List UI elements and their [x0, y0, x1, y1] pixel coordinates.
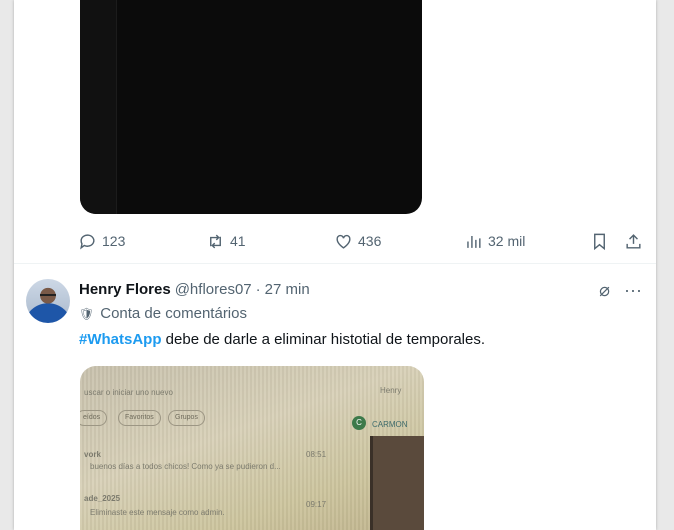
- media-left-edge: [80, 0, 117, 214]
- reply-icon: [80, 233, 95, 250]
- views-icon: [467, 235, 481, 248]
- shield-icon: 🛡: [79, 306, 95, 321]
- bookmark-button[interactable]: [590, 229, 609, 253]
- reply-count: 123: [102, 233, 126, 249]
- photo-chat2-time: 09:17: [306, 500, 327, 509]
- tweet-media-video[interactable]: [80, 0, 422, 214]
- share-button[interactable]: [624, 229, 643, 253]
- tweet-time[interactable]: 27 min: [265, 281, 310, 298]
- photo-chat1-title: vork: [84, 450, 101, 459]
- hashtag-link[interactable]: #WhatsApp: [79, 331, 162, 348]
- tweet-divider: [14, 263, 656, 264]
- tweet-body: debe de darle a eliminar histotial de te…: [161, 331, 486, 348]
- photo-header-right: Henry: [380, 386, 402, 395]
- retweet-icon: [210, 234, 221, 248]
- photo-contact-avatar: C: [352, 416, 366, 430]
- views-count: 32 mil: [488, 233, 526, 249]
- retweet-count: 41: [230, 233, 246, 249]
- tweet-actions: 123 41 436 32 mil: [78, 229, 648, 253]
- photo-search-hint: uscar o iniciar uno nuevo: [84, 388, 173, 397]
- avatar[interactable]: [26, 279, 70, 323]
- author-handle[interactable]: @hflores07: [175, 281, 252, 298]
- separator-dot: ·: [255, 280, 261, 298]
- reply-button[interactable]: 123: [78, 229, 125, 253]
- photo-dark-panel: [370, 436, 424, 530]
- bookmark-icon: [594, 233, 605, 250]
- photo-chat2-title: ade_2025: [84, 494, 121, 503]
- views-button[interactable]: 32 mil: [464, 229, 525, 253]
- community-name: Conta de comentários: [100, 305, 247, 322]
- photo-chip-2: Favoritos: [118, 410, 161, 426]
- retweet-button[interactable]: 41: [206, 229, 246, 253]
- photo-chat2-preview: Eliminaste este mensaje como admin.: [90, 508, 225, 517]
- like-count: 436: [358, 233, 382, 249]
- community-label[interactable]: 🛡 Conta de comentários: [79, 305, 247, 322]
- timeline-column: 123 41 436 32 mil Henry Flores @hflores0…: [14, 0, 656, 530]
- share-icon: [626, 233, 641, 249]
- photo-chat1-time: 08:51: [306, 450, 327, 459]
- photo-chip-3: Grupos: [168, 410, 205, 426]
- photo-contact-name: CARMON: [372, 420, 408, 429]
- photo-chip-1: eídos: [80, 410, 108, 426]
- heart-icon: [336, 234, 351, 249]
- more-options-icon[interactable]: ···: [624, 280, 642, 300]
- like-button[interactable]: 436: [334, 229, 381, 253]
- grok-icon[interactable]: ⌀: [599, 280, 610, 300]
- tweet-media-photo[interactable]: uscar o iniciar uno nuevo eídos Favorito…: [80, 366, 424, 530]
- tweet-top-actions: ⌀ ···: [599, 280, 642, 300]
- tweet-header: Henry Flores @hflores07 · 27 min: [79, 279, 310, 299]
- author-name[interactable]: Henry Flores: [79, 281, 171, 298]
- tweet-text: #WhatsApp debe de darle a eliminar histo…: [79, 331, 485, 348]
- photo-chat1-preview: buenos días a todos chicos! Como ya se p…: [90, 462, 281, 471]
- avatar-glasses: [40, 294, 56, 300]
